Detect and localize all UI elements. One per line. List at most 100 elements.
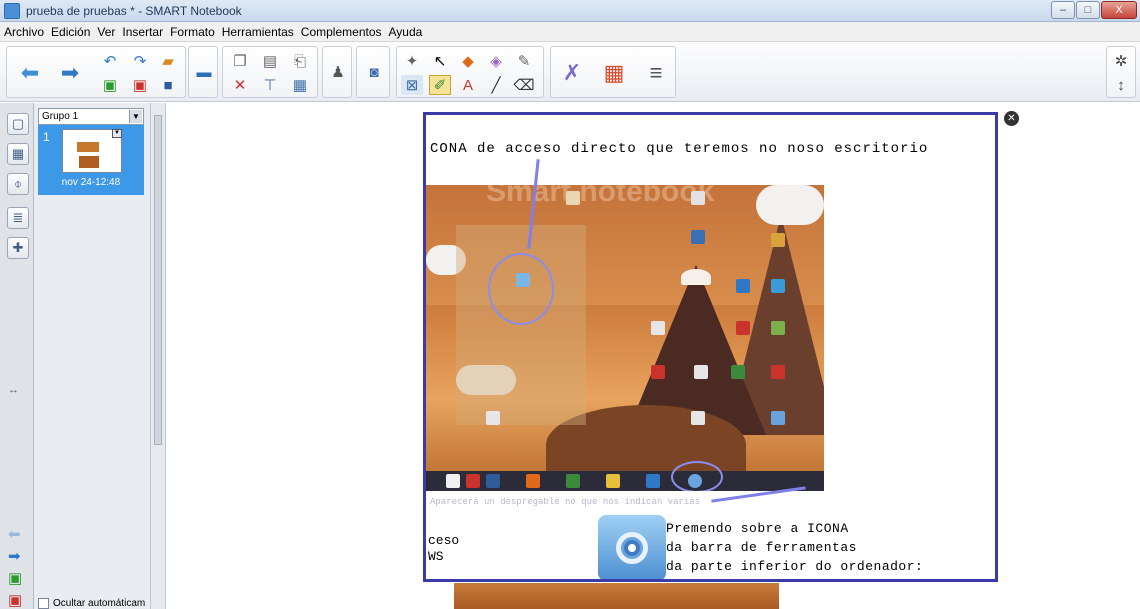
screen-capture-icon[interactable]: ⎗: [289, 51, 311, 71]
page-thumbnail-selected[interactable]: 1 ▼ nov 24-12:48: [38, 125, 144, 195]
toolbar-group-addons: ♟: [322, 46, 352, 98]
whiteboard-canvas[interactable]: CONA de acceso directo que teremos no no…: [166, 103, 1140, 609]
measurement-tools-icon[interactable]: ◙: [363, 62, 385, 82]
forward-arrow-icon[interactable]: ➡: [55, 58, 85, 88]
background-image-strip: [454, 583, 779, 609]
pen-style-icon[interactable]: ✗: [557, 58, 587, 88]
properties-tab-icon[interactable]: ≣: [7, 207, 29, 229]
side-delete-page-icon[interactable]: ▣: [8, 591, 22, 609]
toolbar-group-tools: ✦ ⊠ ↖ ◆ ◈ ✎ ✐ A ╱ ⌫: [396, 46, 544, 98]
eraser-icon[interactable]: ⌫: [513, 75, 535, 95]
undo-icon[interactable]: ↶: [99, 51, 121, 71]
camera-lens: [624, 540, 640, 556]
taskbar-icon: [526, 474, 540, 488]
page-menu-icon[interactable]: ▼: [112, 129, 122, 138]
side-tabs: ▢ ▦ ⌽ ≣ ✚ ↔ ⬅ ➡ ▣ ▣: [0, 103, 34, 609]
menu-herramientas[interactable]: Herramientas: [222, 25, 294, 39]
menu-insertar[interactable]: Insertar: [122, 25, 163, 39]
close-shape-icon[interactable]: ⊠: [401, 75, 423, 95]
instruction-line-3: da parte inferior do ordenador:: [666, 559, 924, 574]
color-palette-icon[interactable]: ▦: [599, 58, 629, 88]
scrollbar-thumb[interactable]: [154, 115, 162, 445]
move-toolbar-icon[interactable]: ↕: [1110, 75, 1132, 95]
pen-icon[interactable]: ✐: [429, 75, 451, 95]
desktop-icon: [771, 321, 785, 335]
slide-object[interactable]: CONA de acceso directo que teremos no no…: [423, 112, 998, 582]
title-bar: prueba de pruebas * - SMART Notebook – □…: [0, 0, 1140, 22]
page-number: 1: [43, 130, 50, 144]
thumbnail-image: [79, 156, 99, 168]
autohide-checkbox[interactable]: [38, 598, 49, 609]
page-sorter-tab-icon[interactable]: ▢: [7, 113, 29, 135]
group-select[interactable]: Grupo 1 ▼: [38, 108, 144, 125]
text-fragment: WS: [428, 549, 444, 564]
menu-edicion[interactable]: Edición: [51, 25, 90, 39]
table-icon[interactable]: ▦: [289, 75, 311, 95]
desktop-icon: [691, 411, 705, 425]
menu-ayuda[interactable]: Ayuda: [389, 25, 423, 39]
desktop-icon: [694, 365, 708, 379]
desktop-icon: [486, 411, 500, 425]
save-icon[interactable]: ■: [157, 75, 179, 95]
magic-icon[interactable]: ✦: [401, 51, 423, 71]
desktop-icon: [691, 191, 705, 205]
minimize-button[interactable]: –: [1051, 1, 1075, 19]
slide-heading: CONA de acceso directo que teremos no no…: [430, 141, 929, 157]
menu-archivo[interactable]: Archivo: [4, 25, 44, 39]
panel-scrollbar[interactable]: [150, 103, 166, 609]
toolbar-group-edit: ❐ ▤ ⎗ ✕ ⊤ ▦: [222, 46, 318, 98]
side-add-page-icon[interactable]: ▣: [8, 569, 22, 587]
desktop-icon: [771, 279, 785, 293]
delete-page-icon[interactable]: ▣: [129, 75, 151, 95]
side-forward-arrow-icon[interactable]: ➡: [8, 547, 21, 565]
select-icon[interactable]: ↖: [429, 51, 451, 71]
taskbar-icon: [466, 474, 480, 488]
fill-icon[interactable]: ◆: [457, 51, 479, 71]
side-back-arrow-icon[interactable]: ⬅: [8, 525, 21, 543]
open-file-icon[interactable]: ▰: [157, 51, 179, 71]
text-icon[interactable]: A: [457, 75, 479, 95]
full-screen-icon[interactable]: ▬: [193, 62, 215, 82]
add-page-icon[interactable]: ▣: [99, 75, 121, 95]
autohide-option[interactable]: Ocultar automáticam: [38, 598, 145, 609]
taskbar-icon: [446, 474, 460, 488]
line-style-icon[interactable]: ≡: [641, 58, 671, 88]
chevron-down-icon[interactable]: ▼: [129, 110, 142, 123]
toolbar-group-measure: ◙: [356, 46, 390, 98]
desktop-watermark: Smart notebook: [486, 185, 715, 208]
desktop-taskbar: [426, 471, 824, 491]
taskbar-icon: [486, 474, 500, 488]
highlight-circle: [488, 253, 554, 325]
creative-pen-icon[interactable]: ✎: [513, 51, 535, 71]
gallery-tab-icon[interactable]: ▦: [7, 143, 29, 165]
page-thumbnail[interactable]: 1 ▼: [43, 129, 122, 173]
instruction-line-1: Premendo sobre a ICONA: [666, 521, 849, 536]
back-arrow-icon[interactable]: ⬅: [15, 58, 45, 88]
menu-complementos[interactable]: Complementos: [301, 25, 382, 39]
response-icon[interactable]: ♟: [327, 62, 349, 82]
taskbar-icon: [646, 474, 660, 488]
line-icon[interactable]: ╱: [485, 75, 507, 95]
paste-icon[interactable]: ❐: [229, 51, 251, 71]
addons-tab-icon[interactable]: ✚: [7, 237, 29, 259]
document-camera-icon[interactable]: ⊤: [259, 75, 281, 95]
desktop-icon: [771, 365, 785, 379]
desktop-icon: [566, 191, 580, 205]
desktop-icon: [731, 365, 745, 379]
gear-icon[interactable]: ✲: [1110, 51, 1132, 71]
menu-ver[interactable]: Ver: [97, 25, 115, 39]
eraser-shape-icon[interactable]: ◈: [485, 51, 507, 71]
delete-icon[interactable]: ✕: [229, 75, 251, 95]
maximize-button[interactable]: □: [1076, 1, 1100, 19]
resize-panel-icon[interactable]: ↔: [8, 384, 19, 396]
cloud-shape: [756, 185, 824, 225]
window-title: prueba de pruebas * - SMART Notebook: [26, 4, 242, 18]
screen-shade-icon[interactable]: ▤: [259, 51, 281, 71]
close-button[interactable]: X: [1101, 1, 1137, 19]
close-icon[interactable]: ✕: [1004, 111, 1019, 126]
toolbar-group-display: ▬: [188, 46, 218, 98]
attachments-tab-icon[interactable]: ⌽: [7, 173, 29, 195]
redo-icon[interactable]: ↷: [129, 51, 151, 71]
desktop-icon: [691, 230, 705, 244]
menu-formato[interactable]: Formato: [170, 25, 215, 39]
